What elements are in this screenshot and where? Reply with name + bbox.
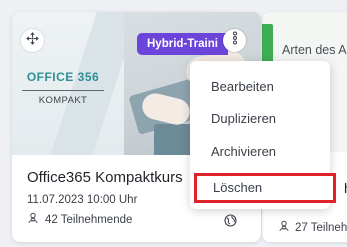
globe-icon: [224, 214, 237, 227]
menu-item-delete[interactable]: Löschen: [194, 173, 336, 203]
course-date: 11.07.2023 10:00 Uhr: [27, 194, 138, 206]
course-card-2-participants: 27 Teilnehm: [278, 220, 347, 235]
course-logo-subtitle: KOMPAKT: [22, 90, 104, 106]
course-type-badge: Hybrid-Traini: [137, 33, 228, 55]
course-logo-title: OFFICE 356: [26, 70, 100, 84]
drag-move-icon: [26, 31, 39, 50]
course-card-2-participants-label: 27 Teilnehm: [295, 221, 347, 234]
drag-handle-button[interactable]: [21, 29, 44, 52]
more-options-button[interactable]: [223, 29, 246, 52]
more-vertical-icon: [232, 31, 238, 50]
menu-item-archive[interactable]: Archivieren: [190, 137, 330, 167]
course-participants-label: 42 Teilnehmende: [45, 213, 133, 226]
course-logo: OFFICE 356 KOMPAKT: [22, 70, 104, 106]
menu-item-duplicate[interactable]: Duplizieren: [190, 104, 330, 134]
menu-item-edit[interactable]: Bearbeiten: [190, 72, 330, 102]
course-participants: 42 Teilnehmende: [27, 212, 132, 227]
course-context-menu: Bearbeiten Duplizieren Archivieren Lösch…: [190, 61, 336, 209]
course-title: Office365 Kompaktkurs: [27, 169, 183, 186]
participants-icon: [27, 212, 39, 227]
participants-icon: [278, 220, 290, 235]
course-card-2-banner-title: Arten des A: [282, 43, 347, 57]
